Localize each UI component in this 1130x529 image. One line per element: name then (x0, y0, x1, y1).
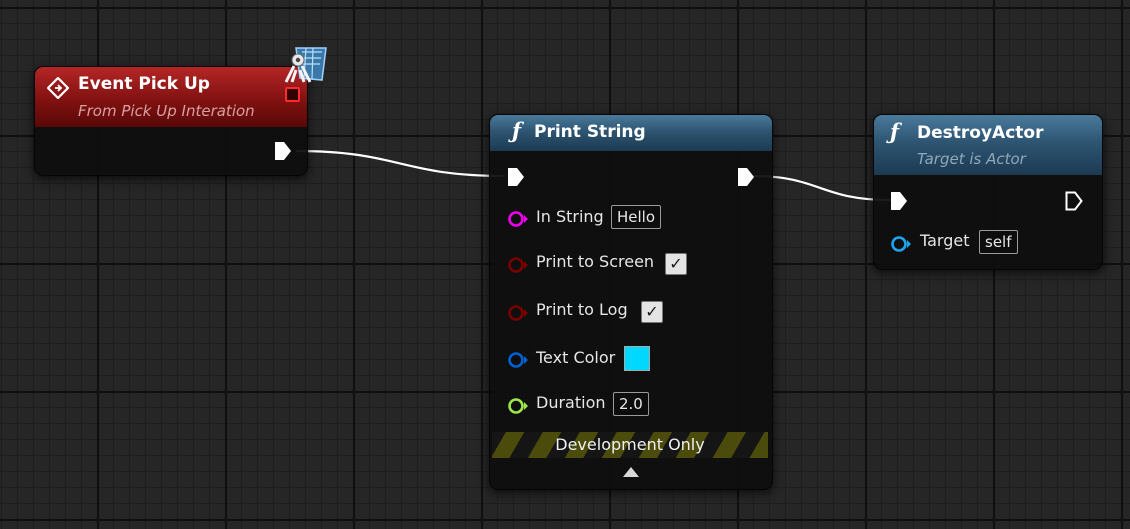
text-color-swatch[interactable] (624, 346, 650, 371)
destroy-actor-subtitle: Target is Actor (917, 150, 1026, 168)
function-icon: ƒ (512, 118, 522, 143)
expand-arrow-icon[interactable] (623, 467, 639, 477)
in-string-input[interactable]: Hello (611, 205, 662, 229)
in-string-label: In String (536, 207, 604, 226)
function-icon: ƒ (890, 119, 900, 144)
duration-label: Duration (536, 393, 606, 412)
duration-pin[interactable] (507, 397, 529, 415)
event-node-header: Event Pick Up From Pick Up Interation (35, 67, 307, 127)
development-only-label: Development Only (555, 435, 705, 454)
target-input[interactable]: self (979, 230, 1018, 254)
destroy-actor-node[interactable]: ƒ DestroyActor Target is Actor Target se… (873, 114, 1103, 270)
event-node-title: Event Pick Up (78, 74, 210, 94)
text-color-label: Text Color (536, 348, 616, 367)
target-label: Target (920, 231, 970, 250)
in-string-pin[interactable] (507, 210, 529, 228)
print-string-exec-out-pin[interactable] (737, 167, 755, 187)
print-to-screen-pin[interactable] (507, 256, 529, 274)
print-to-log-pin[interactable] (507, 304, 529, 322)
print-string-exec-in-pin[interactable] (507, 167, 525, 187)
print-to-log-label: Print to Log (536, 300, 628, 319)
print-string-title: Print String (534, 122, 646, 142)
duration-input[interactable]: 2.0 (613, 392, 649, 416)
text-color-pin[interactable] (507, 351, 529, 369)
destroy-actor-exec-out-pin[interactable] (1065, 191, 1083, 211)
print-to-screen-label: Print to Screen (536, 252, 655, 271)
print-string-node[interactable]: ƒ Print String In String Hello Print to … (489, 114, 773, 490)
destroy-actor-title: DestroyActor (917, 123, 1044, 143)
exec-wire-event-to-print[interactable] (295, 149, 506, 178)
destroy-actor-exec-in-pin[interactable] (890, 191, 908, 211)
event-node-subtitle: From Pick Up Interation (78, 102, 255, 120)
interface-gears-icon (284, 47, 327, 83)
print-string-header: ƒ Print String (490, 115, 772, 151)
target-pin[interactable] (890, 235, 912, 253)
event-diamond-icon (47, 77, 69, 99)
event-pick-up-node[interactable]: Event Pick Up From Pick Up Interation (34, 66, 308, 176)
print-to-screen-checkbox[interactable]: ✓ (665, 253, 687, 275)
delegate-pin[interactable] (285, 87, 300, 102)
exec-wire-print-to-destroy[interactable] (752, 174, 891, 202)
event-exec-out-pin[interactable] (274, 141, 292, 161)
destroy-actor-header: ƒ DestroyActor Target is Actor (874, 115, 1102, 175)
print-to-log-checkbox[interactable]: ✓ (641, 301, 663, 323)
